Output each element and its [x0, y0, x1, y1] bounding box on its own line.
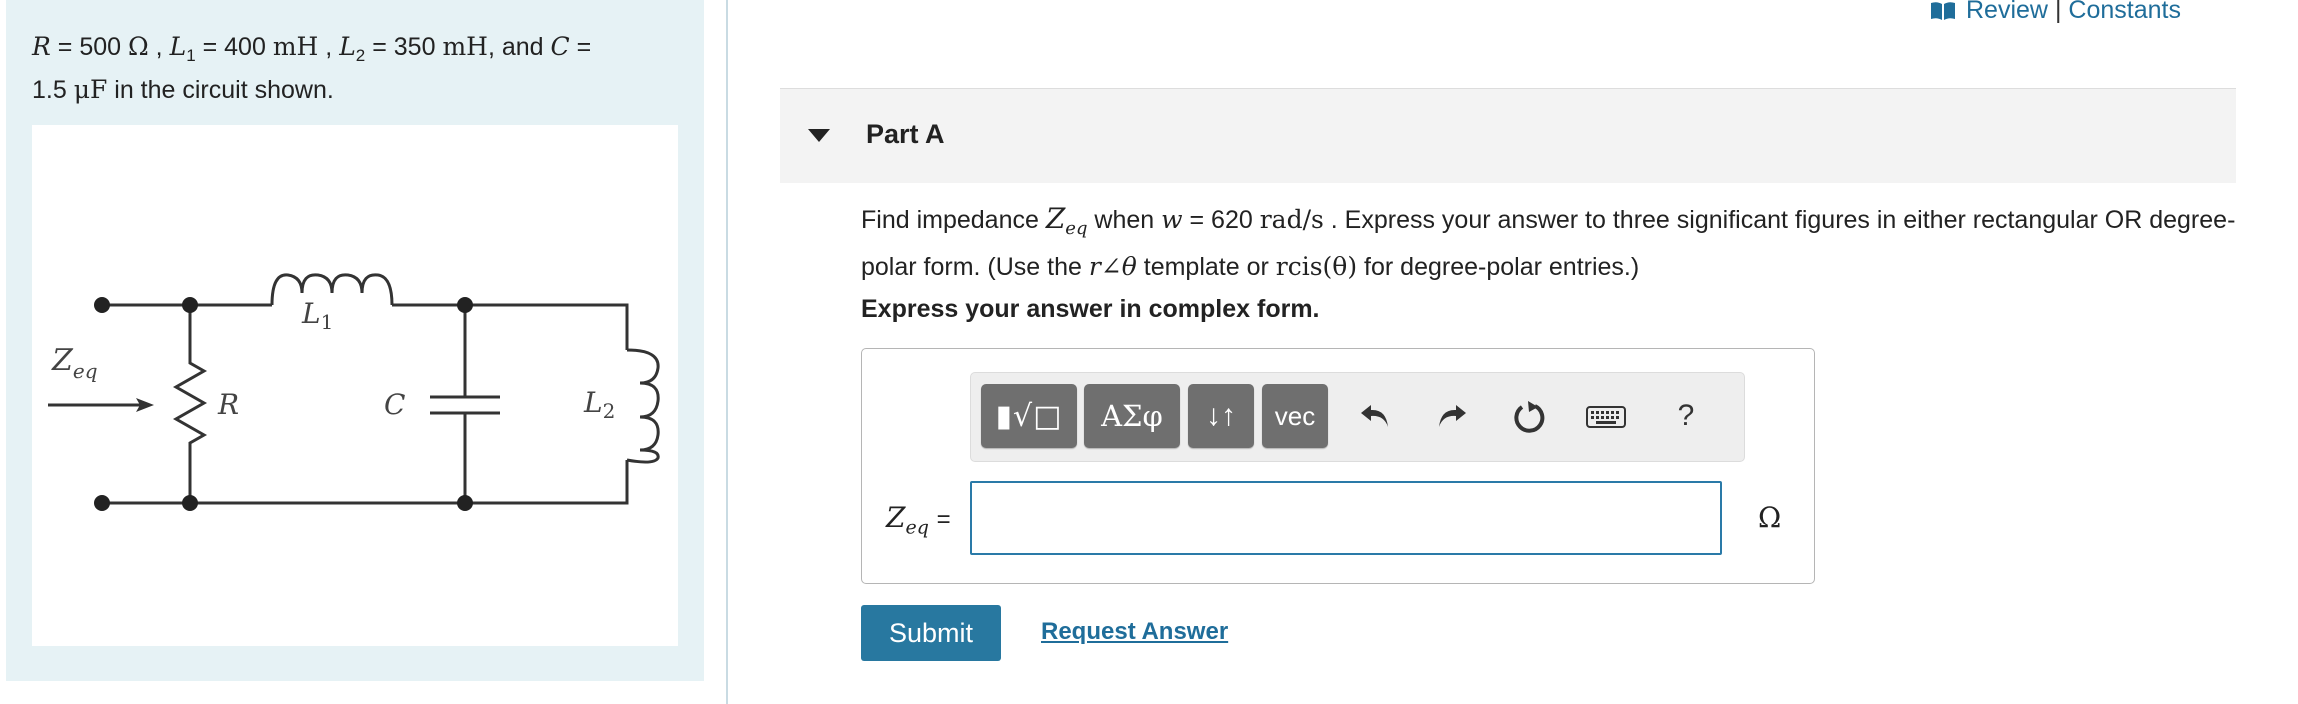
circuit-l1-label: L1	[301, 297, 333, 334]
collapse-caret-icon[interactable]	[808, 129, 830, 142]
resistor-symbol	[172, 305, 208, 503]
question-text-6: for degree-polar entries.)	[1357, 253, 1640, 281]
l2-value: 350	[393, 33, 436, 61]
circuit-figure: Zeq R C L1 L2	[32, 125, 678, 646]
problem-tail: in the circuit shown.	[107, 76, 334, 104]
node-top-c	[457, 297, 473, 313]
l1-value: 400	[224, 33, 266, 61]
arrows-icon: ↓↑	[1206, 399, 1236, 432]
answer-instruction: Express your answer in complex form.	[861, 295, 1320, 323]
rcis-template: rcis(θ)	[1275, 252, 1358, 281]
r-unit: Ω	[128, 32, 149, 61]
arrows-button[interactable]: ↓↑	[1188, 384, 1254, 448]
math-toolbar: ▮√□ ΑΣφ ↓↑ vec ?	[970, 372, 1745, 462]
answer-input[interactable]	[970, 481, 1722, 555]
l2-inductor-symbol	[626, 348, 660, 464]
part-a-header[interactable]: Part A	[780, 88, 2236, 183]
greek-icon: ΑΣφ	[1101, 399, 1163, 433]
answer-label-sub: eq	[905, 516, 929, 539]
templates-icon: ▮√□	[995, 398, 1063, 434]
l2-subscript: 2	[355, 46, 366, 65]
bottom-wire	[102, 460, 629, 505]
question-text-5: template or	[1136, 253, 1276, 281]
question-z-sub: eq	[1065, 218, 1088, 239]
answer-equals: =	[936, 506, 951, 533]
greek-letters-button[interactable]: ΑΣφ	[1084, 384, 1180, 448]
circuit-zeq-label: Zeq	[51, 343, 98, 383]
answer-unit: Ω	[1758, 501, 1782, 534]
node-top-r	[182, 297, 198, 313]
top-wire-right	[392, 303, 629, 350]
l1-inductor-symbol	[270, 273, 394, 306]
l2-symbol: L	[339, 32, 356, 61]
r-symbol: R	[32, 32, 51, 61]
reset-icon[interactable]	[1504, 391, 1554, 441]
c-unit: μF	[73, 75, 108, 104]
l1-symbol: L	[169, 32, 187, 61]
question-text: Find impedance Zeq when w = 620 rad/s . …	[861, 200, 2241, 286]
polar-template: r∠θ	[1088, 252, 1137, 281]
terminal-top	[94, 297, 110, 313]
vector-button[interactable]: vec	[1262, 384, 1328, 448]
problem-statement: R = 500 Ω , L1 = 400 mH , L2 = 350 mH, a…	[32, 32, 592, 104]
circuit-c-label: C	[384, 388, 405, 421]
circuit-r-label: R	[217, 388, 239, 421]
question-text-3: = 620	[1182, 206, 1260, 234]
terminal-bottom	[94, 495, 110, 511]
c-symbol: C	[550, 32, 570, 61]
l2-unit: mH	[442, 32, 488, 61]
circuit-diagram: Zeq R C L1 L2	[48, 273, 660, 511]
top-links: Review | Constants	[1930, 0, 2181, 25]
pane-divider	[726, 0, 728, 704]
submit-button[interactable]: Submit	[861, 605, 1001, 661]
node-bottom-c	[457, 495, 473, 511]
request-answer-link[interactable]: Request Answer	[1041, 618, 1228, 646]
help-icon[interactable]: ?	[1661, 391, 1711, 441]
book-icon	[1931, 2, 1955, 21]
question-text-2: when	[1087, 206, 1162, 234]
vec-label: vec	[1274, 400, 1316, 431]
part-title: Part A	[866, 119, 945, 149]
question-w: w	[1161, 205, 1183, 234]
question-unit: rad/s	[1259, 205, 1324, 234]
answer-label: Zeq =	[886, 501, 951, 539]
review-link[interactable]: Review	[1966, 0, 2048, 24]
c-value: 1.5	[32, 76, 67, 104]
l1-subscript: 1	[186, 46, 196, 65]
circuit-l2-label: L2	[583, 386, 615, 423]
r-value: 500	[79, 33, 122, 61]
constants-link[interactable]: Constants	[2068, 0, 2181, 24]
question-z: Z	[1045, 202, 1066, 235]
link-separator: |	[2054, 0, 2062, 24]
and-text: , and	[487, 33, 544, 61]
problem-panel: R = 500 Ω , L1 = 400 mH , L2 = 350 mH, a…	[6, 0, 704, 681]
l1-unit: mH	[272, 32, 319, 61]
node-bottom-r	[182, 495, 198, 511]
keyboard-icon[interactable]	[1581, 391, 1631, 441]
redo-icon[interactable]	[1427, 391, 1477, 441]
undo-icon[interactable]	[1350, 391, 1400, 441]
answer-box: ▮√□ ΑΣφ ↓↑ vec ? Zeq = Ω	[861, 348, 1815, 584]
question-text-1: Find impedance	[861, 206, 1046, 234]
templates-button[interactable]: ▮√□	[981, 384, 1077, 448]
answer-label-z: Z	[886, 501, 906, 534]
